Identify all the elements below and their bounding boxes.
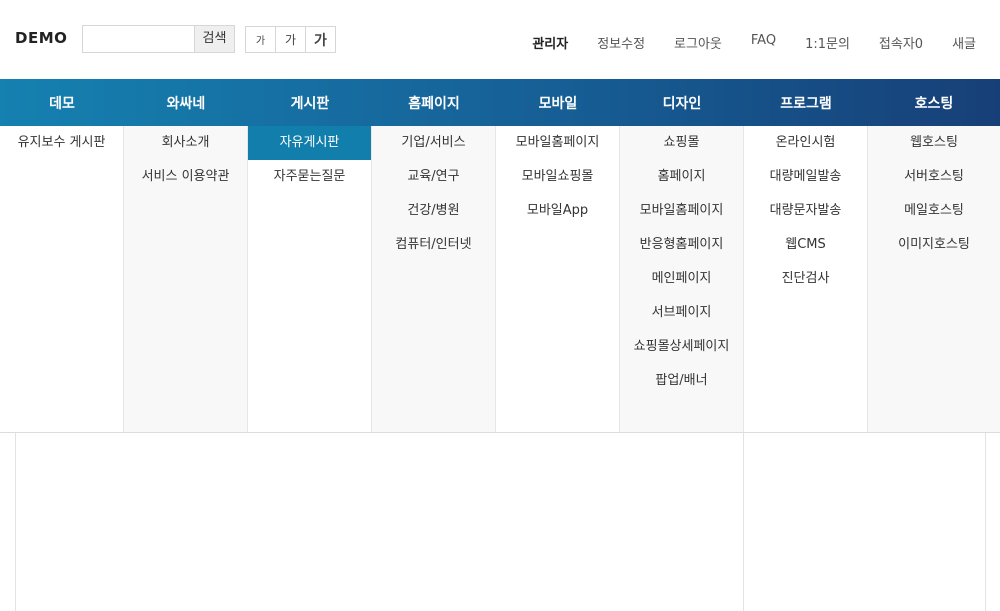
search-box: 검색 [82, 25, 235, 53]
nav-item-mobile[interactable]: 모바일 [496, 79, 620, 126]
submenu-link[interactable]: 대량문자발송 [744, 194, 867, 228]
mega-column-demo: 유지보수 게시판 [0, 126, 124, 432]
submenu-link[interactable]: 메인페이지 [620, 262, 743, 296]
content-divider [985, 433, 986, 611]
submenu-link[interactable]: 모바일App [496, 194, 619, 228]
nav-item-program[interactable]: 프로그램 [744, 79, 868, 126]
submenu-link[interactable]: 진단검사 [744, 262, 867, 296]
nav-item-homepage[interactable]: 홈페이지 [372, 79, 496, 126]
mega-column-hosting: 웹호스팅 서버호스팅 메일호스팅 이미지호스팅 [868, 126, 1000, 432]
faq-link[interactable]: FAQ [751, 33, 776, 52]
mega-column-mobile: 모바일홈페이지 모바일쇼핑몰 모바일App [496, 126, 620, 432]
content-area [0, 433, 1000, 611]
utility-links: 관리자 정보수정 로그아웃 FAQ 1:1문의 접속자0 새글 [532, 33, 976, 52]
mega-column-board: 자유게시판 자주묻는질문 [248, 126, 372, 432]
nav-item-wassane[interactable]: 와싸네 [124, 79, 248, 126]
nav-item-design[interactable]: 디자인 [620, 79, 744, 126]
submenu-link[interactable]: 건강/병원 [372, 194, 495, 228]
admin-link[interactable]: 관리자 [532, 33, 568, 52]
submenu-link[interactable]: 온라인시험 [744, 126, 867, 160]
submenu-link[interactable]: 쇼핑몰상세페이지 [620, 330, 743, 364]
visitors-link[interactable]: 접속자0 [879, 33, 923, 52]
submenu-link[interactable]: 웹호스팅 [868, 126, 1000, 160]
submenu-link[interactable]: 쇼핑몰 [620, 126, 743, 160]
search-input[interactable] [83, 26, 196, 52]
header: DEMO 검색 가 가 가 관리자 정보수정 로그아웃 FAQ 1:1문의 접속… [0, 0, 1000, 79]
mega-column-program: 온라인시험 대량메일발송 대량문자발송 웹CMS 진단검사 [744, 126, 868, 432]
submenu-link[interactable]: 교육/연구 [372, 160, 495, 194]
submenu-link[interactable]: 기업/서비스 [372, 126, 495, 160]
submenu-link[interactable]: 반응형홈페이지 [620, 228, 743, 262]
main-nav: 데모 와싸네 게시판 홈페이지 모바일 디자인 프로그램 호스팅 [0, 79, 1000, 126]
search-button[interactable]: 검색 [194, 26, 234, 52]
submenu-link[interactable]: 서비스 이용약관 [124, 160, 247, 194]
submenu-link[interactable]: 홈페이지 [620, 160, 743, 194]
font-size-medium-button[interactable]: 가 [275, 26, 306, 53]
submenu-link[interactable]: 자주묻는질문 [248, 160, 371, 194]
mega-column-design: 쇼핑몰 홈페이지 모바일홈페이지 반응형홈페이지 메인페이지 서브페이지 쇼핑몰… [620, 126, 744, 432]
submenu-link[interactable]: 모바일홈페이지 [496, 126, 619, 160]
mega-menu: 유지보수 게시판 회사소개 서비스 이용약관 자유게시판 자주묻는질문 기업/서… [0, 126, 1000, 433]
edit-profile-link[interactable]: 정보수정 [597, 33, 645, 52]
submenu-link[interactable]: 유지보수 게시판 [0, 126, 123, 160]
submenu-link[interactable]: 회사소개 [124, 126, 247, 160]
submenu-link[interactable]: 팝업/배너 [620, 364, 743, 398]
nav-item-board[interactable]: 게시판 [248, 79, 372, 126]
submenu-link[interactable]: 서브페이지 [620, 296, 743, 330]
font-size-large-button[interactable]: 가 [305, 26, 336, 53]
mega-column-homepage: 기업/서비스 교육/연구 건강/병원 컴퓨터/인터넷 [372, 126, 496, 432]
submenu-link[interactable]: 서버호스팅 [868, 160, 1000, 194]
site-logo[interactable]: DEMO [15, 29, 67, 47]
logout-link[interactable]: 로그아웃 [674, 33, 722, 52]
submenu-link[interactable]: 대량메일발송 [744, 160, 867, 194]
submenu-link[interactable]: 모바일쇼핑몰 [496, 160, 619, 194]
new-posts-link[interactable]: 새글 [952, 33, 976, 52]
font-size-small-button[interactable]: 가 [245, 26, 276, 53]
submenu-link[interactable]: 메일호스팅 [868, 194, 1000, 228]
submenu-link[interactable]: 이미지호스팅 [868, 228, 1000, 262]
submenu-link[interactable]: 컴퓨터/인터넷 [372, 228, 495, 262]
mega-column-wassane: 회사소개 서비스 이용약관 [124, 126, 248, 432]
inquiry-link[interactable]: 1:1문의 [805, 33, 850, 52]
font-size-controls: 가 가 가 [245, 26, 336, 53]
submenu-link[interactable]: 모바일홈페이지 [620, 194, 743, 228]
submenu-link[interactable]: 웹CMS [744, 228, 867, 262]
content-divider [15, 433, 16, 611]
nav-item-demo[interactable]: 데모 [0, 79, 124, 126]
content-divider [743, 433, 744, 611]
submenu-link-active[interactable]: 자유게시판 [248, 126, 371, 160]
nav-item-hosting[interactable]: 호스팅 [868, 79, 1000, 126]
